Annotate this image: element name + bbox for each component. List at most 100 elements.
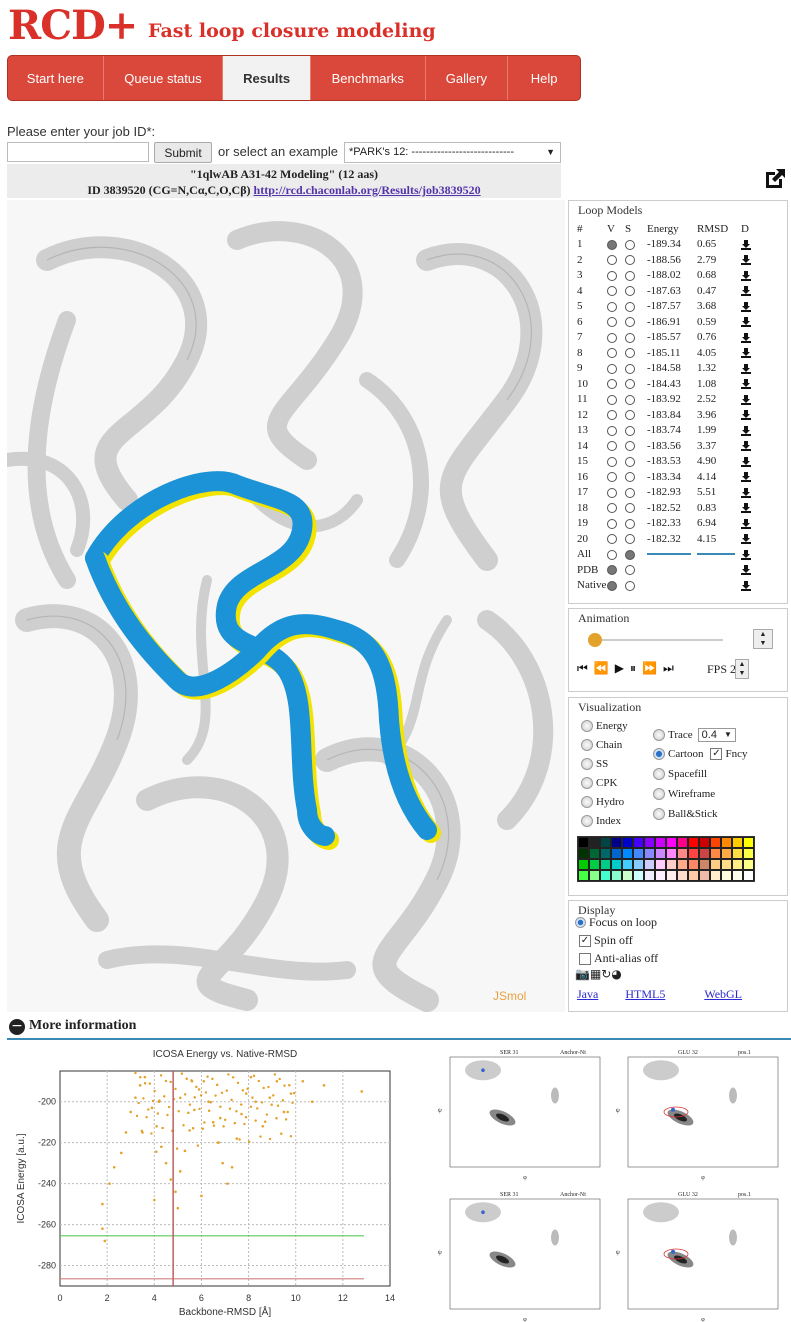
- select-cell[interactable]: [625, 469, 647, 485]
- view-radio[interactable]: [607, 549, 617, 560]
- view-radio[interactable]: [607, 317, 617, 328]
- view-cell[interactable]: [607, 252, 625, 268]
- color-swatch[interactable]: [633, 859, 644, 870]
- radio-button[interactable]: [575, 917, 586, 928]
- color-swatch[interactable]: [732, 848, 743, 859]
- example-select[interactable]: *PARK's 12: ----------------------------…: [344, 142, 561, 163]
- jsmol-viewer[interactable]: JSmol: [7, 200, 565, 1012]
- select-cell[interactable]: [625, 376, 647, 392]
- select-radio[interactable]: [625, 534, 635, 545]
- download-icon[interactable]: [741, 487, 751, 498]
- trace-size-select[interactable]: 0.4 ▼: [697, 728, 736, 742]
- color-swatch[interactable]: [578, 837, 589, 848]
- download-cell[interactable]: [741, 423, 783, 439]
- download-cell[interactable]: [741, 268, 783, 284]
- radio-button[interactable]: [581, 815, 593, 827]
- color-hydro-option[interactable]: Hydro: [581, 796, 624, 808]
- select-cell[interactable]: [625, 392, 647, 408]
- view-radio[interactable]: [607, 239, 617, 250]
- nav-benchmarks[interactable]: Benchmarks: [311, 56, 426, 100]
- select-radio[interactable]: [625, 425, 635, 436]
- nav-help[interactable]: Help: [508, 56, 580, 100]
- focus-loop-option[interactable]: Focus on loop: [575, 915, 657, 930]
- color-swatch[interactable]: [622, 870, 633, 881]
- view-cell[interactable]: [607, 299, 625, 315]
- download-icon[interactable]: [741, 549, 751, 560]
- select-cell[interactable]: [625, 299, 647, 315]
- submit-button[interactable]: Submit: [154, 142, 212, 163]
- color-swatch[interactable]: [655, 848, 666, 859]
- color-swatch[interactable]: [589, 848, 600, 859]
- color-swatch[interactable]: [688, 859, 699, 870]
- color-swatch[interactable]: [655, 859, 666, 870]
- color-swatch[interactable]: [622, 848, 633, 859]
- view-radio[interactable]: [607, 255, 617, 266]
- download-cell[interactable]: [741, 407, 783, 423]
- color-swatch[interactable]: [655, 870, 666, 881]
- select-cell[interactable]: [625, 438, 647, 454]
- radio-button[interactable]: [581, 739, 593, 751]
- download-cell[interactable]: [741, 299, 783, 315]
- collapse-icon[interactable]: −: [9, 1019, 25, 1035]
- download-icon[interactable]: [741, 394, 751, 405]
- radio-button[interactable]: [581, 720, 593, 732]
- color-swatch[interactable]: [600, 859, 611, 870]
- webgl-link[interactable]: WebGL: [704, 987, 742, 1001]
- download-cell[interactable]: [741, 376, 783, 392]
- download-icon[interactable]: [741, 456, 751, 467]
- nav-queue-status[interactable]: Queue status: [104, 56, 224, 100]
- job-id-input[interactable]: [7, 142, 149, 162]
- view-radio[interactable]: [607, 441, 617, 452]
- view-radio[interactable]: [607, 270, 617, 281]
- select-radio[interactable]: [625, 441, 635, 452]
- download-cell[interactable]: [741, 578, 783, 594]
- view-cell[interactable]: [607, 469, 625, 485]
- select-radio[interactable]: [625, 286, 635, 297]
- color-swatch[interactable]: [721, 859, 732, 870]
- refresh-icon[interactable]: ↻: [601, 967, 611, 981]
- download-cell[interactable]: [741, 237, 783, 253]
- download-cell[interactable]: [741, 547, 783, 563]
- color-index-option[interactable]: Index: [581, 815, 621, 827]
- job-result-link[interactable]: http://rcd.chaconlab.org/Results/job3839…: [254, 183, 481, 197]
- view-radio[interactable]: [607, 487, 617, 498]
- fancy-checkbox[interactable]: ✓: [710, 748, 723, 760]
- view-cell[interactable]: [607, 330, 625, 346]
- download-icon[interactable]: [741, 332, 751, 343]
- color-swatch[interactable]: [578, 848, 589, 859]
- select-radio[interactable]: [625, 503, 635, 514]
- color-swatch[interactable]: [611, 859, 622, 870]
- view-cell[interactable]: [607, 268, 625, 284]
- view-radio[interactable]: [607, 286, 617, 297]
- radio-button[interactable]: [581, 758, 593, 770]
- color-swatch[interactable]: [743, 837, 754, 848]
- color-swatch[interactable]: [633, 848, 644, 859]
- download-cell[interactable]: [741, 283, 783, 299]
- style-cartoon-option[interactable]: Cartoon ✓ Fncy: [653, 748, 747, 760]
- download-cell[interactable]: [741, 314, 783, 330]
- view-cell[interactable]: [607, 454, 625, 470]
- view-radio[interactable]: [607, 425, 617, 436]
- style-ballstick-option[interactable]: Ball&Stick: [653, 808, 718, 820]
- color-cpk-option[interactable]: CPK: [581, 777, 617, 789]
- animation-slider-handle[interactable]: [588, 633, 602, 647]
- select-radio[interactable]: [625, 239, 635, 250]
- select-cell[interactable]: [625, 283, 647, 299]
- select-radio[interactable]: [625, 410, 635, 421]
- download-icon[interactable]: [741, 534, 751, 545]
- select-cell[interactable]: [625, 547, 647, 563]
- color-swatch[interactable]: [710, 848, 721, 859]
- view-radio[interactable]: [607, 363, 617, 374]
- color-ss-option[interactable]: SS: [581, 758, 608, 770]
- pause-icon[interactable]: ⏸: [630, 661, 642, 675]
- download-icon[interactable]: [741, 580, 751, 591]
- color-swatch[interactable]: [688, 848, 699, 859]
- view-radio[interactable]: [607, 456, 617, 467]
- color-swatch[interactable]: [743, 859, 754, 870]
- radio-button[interactable]: [581, 777, 593, 789]
- view-cell[interactable]: [607, 392, 625, 408]
- view-cell[interactable]: [607, 485, 625, 501]
- view-radio[interactable]: [607, 503, 617, 514]
- select-radio[interactable]: [625, 580, 635, 591]
- film-icon[interactable]: ▦: [590, 967, 601, 981]
